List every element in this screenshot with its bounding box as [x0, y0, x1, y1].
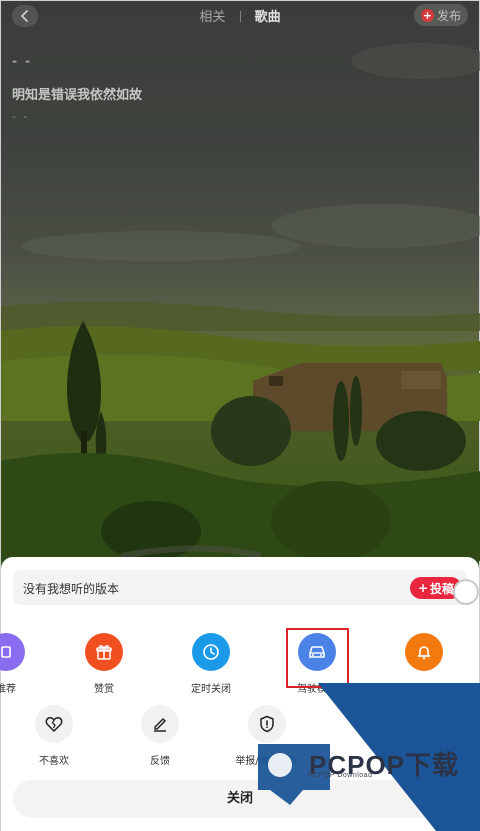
watermark-graphic [258, 683, 480, 831]
watermark-subtitle: PCPOP Download [308, 772, 373, 779]
